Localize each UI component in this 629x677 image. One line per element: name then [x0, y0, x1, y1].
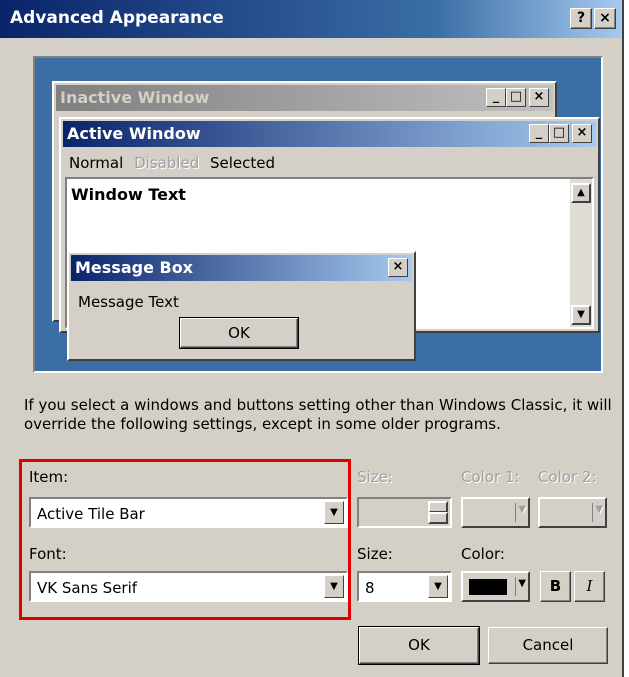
preview-menu-bar: Normal Disabled Selected	[69, 154, 275, 172]
font-size-combobox[interactable]: 8 ▼	[357, 571, 452, 602]
minimize-icon: _	[529, 124, 549, 143]
window-text: Window Text	[71, 185, 186, 204]
bold-button[interactable]: B	[540, 571, 571, 602]
color1-picker[interactable]: ▼	[461, 497, 530, 528]
ok-button[interactable]: OK	[358, 626, 480, 665]
menu-disabled: Disabled	[134, 154, 200, 172]
cancel-button[interactable]: Cancel	[488, 627, 608, 664]
minimize-icon: _	[486, 88, 506, 107]
color1-label: Color 1:	[461, 468, 520, 486]
maximize-icon: □	[506, 88, 526, 107]
font-color-label: Color:	[461, 545, 505, 563]
color2-label: Color 2:	[538, 468, 597, 486]
font-size-value: 8	[365, 579, 375, 597]
dialog-titlebar[interactable]: Advanced Appearance ? ×	[0, 0, 622, 38]
divider	[515, 503, 516, 522]
chevron-down-icon[interactable]: ▼	[428, 575, 448, 598]
message-box-title: Message Box	[75, 258, 193, 277]
help-button[interactable]: ?	[570, 8, 592, 29]
close-button[interactable]: ×	[594, 8, 616, 29]
dialog-title: Advanced Appearance	[10, 8, 224, 28]
description-text: If you select a windows and buttons sett…	[24, 396, 612, 433]
chevron-down-icon: ▼	[595, 504, 603, 515]
message-box-preview[interactable]: Message Box × Message Text OK	[67, 251, 416, 361]
inactive-window-titlebar[interactable]: Inactive Window _ □ ×	[56, 85, 553, 111]
active-window-titlebar[interactable]: Active Window _ □ ×	[63, 121, 596, 147]
menu-selected: Selected	[210, 154, 276, 172]
italic-button[interactable]: I	[574, 571, 605, 602]
inactive-window-title: Inactive Window	[60, 88, 210, 107]
active-window-title: Active Window	[67, 124, 201, 143]
message-ok-button[interactable]: OK	[179, 317, 299, 349]
preview-scrollbar: ▲ ▼	[570, 179, 592, 327]
message-text: Message Text	[78, 293, 179, 311]
scroll-down-icon: ▼	[571, 305, 591, 325]
close-icon: ×	[572, 124, 592, 143]
font-size-label: Size:	[357, 545, 393, 563]
divider	[592, 503, 593, 522]
menu-normal: Normal	[69, 154, 124, 172]
maximize-icon: □	[549, 124, 569, 143]
font-color-picker[interactable]: ▼	[461, 571, 530, 602]
item-size-spinner[interactable]	[357, 497, 452, 528]
highlight-box	[19, 459, 351, 620]
scroll-up-icon: ▲	[571, 183, 591, 203]
preview-area[interactable]: Inactive Window _ □ × Active Window _ □ …	[33, 56, 603, 373]
close-icon: ×	[388, 258, 408, 277]
color2-picker[interactable]: ▼	[538, 497, 607, 528]
close-icon: ×	[529, 88, 549, 107]
chevron-down-icon: ▼	[518, 504, 526, 515]
spin-down-icon[interactable]	[428, 512, 448, 524]
color-swatch	[469, 579, 507, 595]
advanced-appearance-dialog: Advanced Appearance ? × Inactive Window …	[0, 0, 624, 677]
message-box-titlebar[interactable]: Message Box ×	[71, 255, 412, 281]
item-size-label: Size:	[357, 468, 393, 486]
divider	[515, 577, 516, 596]
chevron-down-icon: ▼	[518, 578, 526, 589]
